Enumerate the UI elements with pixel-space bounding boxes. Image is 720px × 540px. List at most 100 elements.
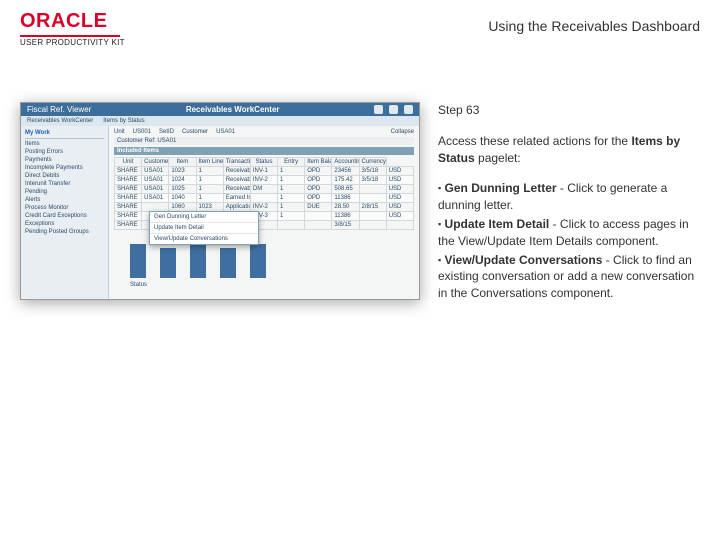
chart-x-axis-label: Status xyxy=(120,282,408,288)
table-cell: Receivable xyxy=(223,185,250,194)
col-header[interactable]: Status xyxy=(250,158,277,167)
step-label: Step 63 xyxy=(438,102,700,119)
home-icon[interactable] xyxy=(374,105,383,114)
table-cell: 11386 xyxy=(332,194,359,203)
sidebar-item[interactable]: Process Monitor xyxy=(25,205,104,211)
table-cell: 3/5/18 xyxy=(359,176,386,185)
table-cell: 1 xyxy=(196,185,223,194)
table-cell: USA01 xyxy=(142,194,169,203)
app-screenshot: Fiscal Ref. Viewer Receivables WorkCente… xyxy=(20,102,420,300)
sidebar-header-mywork[interactable]: My Work xyxy=(25,130,104,139)
sidebar-item[interactable]: Payments xyxy=(25,157,104,163)
chart-bar xyxy=(220,248,236,278)
table-cell xyxy=(250,194,277,203)
col-header[interactable]: Accounting Date xyxy=(332,158,359,167)
table-row[interactable]: SHAREUSA0110241ReceivablesINV-21OPD175.4… xyxy=(115,176,414,185)
screenshot-column: Fiscal Ref. Viewer Receivables WorkCente… xyxy=(20,102,420,302)
sidebar-item[interactable]: Alerts xyxy=(25,197,104,203)
collapse-link[interactable]: Collapse xyxy=(391,129,414,135)
col-header[interactable]: Currency xyxy=(359,158,386,167)
col-header[interactable]: Item Line xyxy=(196,158,223,167)
col-header[interactable]: Item Balance xyxy=(305,158,332,167)
table-cell: SHARE xyxy=(115,176,142,185)
chart-bar xyxy=(250,244,266,278)
table-cell: SHARE xyxy=(115,221,142,230)
bullet-icon: ▪ xyxy=(438,183,441,193)
action-line: ▪ Update Item Detail - Click to access p… xyxy=(438,216,700,250)
sidebar-item[interactable]: Credit Card Exceptions xyxy=(25,213,104,219)
sidebar-item[interactable]: Incomplete Payments xyxy=(25,165,104,171)
intro-part-c: pagelet: xyxy=(475,151,521,165)
customer-ref-bar: Customer Ref: USA01 xyxy=(114,137,414,145)
logo-block: ORACLE USER PRODUCTIVITY KIT xyxy=(20,10,125,47)
filter-setid-label: SetID xyxy=(159,129,174,135)
table-cell: SHARE xyxy=(115,167,142,176)
table-cell: 3/5/18 xyxy=(359,167,386,176)
table-cell xyxy=(305,212,332,221)
table-cell: 1 xyxy=(196,176,223,185)
table-cell: 1 xyxy=(278,203,305,212)
table-cell: Earned Interest xyxy=(223,194,250,203)
breadcrumb-bar: Receivables WorkCenter Items by Status xyxy=(21,116,419,126)
action-line: ▪ Gen Dunning Letter - Click to generate… xyxy=(438,180,700,214)
sidebar: My Work Items Posting Errors Payments In… xyxy=(21,126,109,299)
table-cell: USD xyxy=(386,185,413,194)
col-header[interactable]: Entry xyxy=(278,158,305,167)
col-header[interactable]: Transaction Type xyxy=(223,158,250,167)
filter-customer-label: Customer xyxy=(182,129,208,135)
col-header[interactable]: Customer xyxy=(142,158,169,167)
action-name: Update Item Detail xyxy=(445,217,550,231)
table-cell: 1 xyxy=(196,167,223,176)
grid-title: Included Items xyxy=(114,147,414,155)
table-cell: 1 xyxy=(196,194,223,203)
table-cell: 11386 xyxy=(332,212,359,221)
breadcrumb-right: Items by Status xyxy=(103,118,144,124)
sidebar-item[interactable]: Direct Debits xyxy=(25,173,104,179)
table-cell xyxy=(359,185,386,194)
table-cell: 1 xyxy=(278,176,305,185)
sidebar-item[interactable]: Items xyxy=(25,141,104,147)
sidebar-item[interactable]: Pending Posted Groups xyxy=(25,229,104,235)
table-cell: USA01 xyxy=(142,167,169,176)
table-cell xyxy=(278,221,305,230)
menu-icon[interactable] xyxy=(404,105,413,114)
table-cell: SHARE xyxy=(115,212,142,221)
popup-item-update-item[interactable]: Update Item Detail xyxy=(150,223,258,234)
popup-item-gen-dunning[interactable]: Gen Dunning Letter xyxy=(150,212,258,223)
oracle-logo: ORACLE xyxy=(20,10,125,33)
table-row[interactable]: SHAREUSA0110251ReceivableDM1OPD508.65USD xyxy=(115,185,414,194)
titlebar-icons xyxy=(374,105,413,114)
flag-icon[interactable] xyxy=(389,105,398,114)
intro-part-a: Access these related actions for the xyxy=(438,134,631,148)
col-header[interactable]: Unit xyxy=(115,158,142,167)
sidebar-item[interactable]: Pending xyxy=(25,189,104,195)
intro-text: Access these related actions for the Ite… xyxy=(438,133,700,167)
table-cell: 1023 xyxy=(169,167,196,176)
sidebar-item[interactable]: Interunit Transfer xyxy=(25,181,104,187)
table-cell: 1 xyxy=(278,212,305,221)
table-cell: INV-2 xyxy=(250,176,277,185)
sidebar-item[interactable]: Posting Errors xyxy=(25,149,104,155)
content-row: Fiscal Ref. Viewer Receivables WorkCente… xyxy=(20,102,700,302)
page: ORACLE USER PRODUCTIVITY KIT Using the R… xyxy=(0,0,720,540)
table-cell: 508.65 xyxy=(332,185,359,194)
table-cell: USD xyxy=(386,212,413,221)
table-cell: 1025 xyxy=(169,185,196,194)
document-title: Using the Receivables Dashboard xyxy=(488,18,700,34)
table-row[interactable]: SHAREUSA0110401Earned Interest1OPD11386U… xyxy=(115,194,414,203)
table-cell: USD xyxy=(386,176,413,185)
filter-customer-value[interactable]: USA01 xyxy=(216,129,235,135)
actions-list: ▪ Gen Dunning Letter - Click to generate… xyxy=(438,180,700,302)
popup-item-conversations[interactable]: View/Update Conversations xyxy=(150,234,258,244)
filter-unit-value[interactable]: US001 xyxy=(133,129,151,135)
related-actions-popup: Gen Dunning Letter Update Item Detail Vi… xyxy=(149,211,259,245)
table-cell xyxy=(359,221,386,230)
table-row[interactable]: SHAREUSA0110231ReceivablesINV-11OPD23456… xyxy=(115,167,414,176)
table-cell: 1024 xyxy=(169,176,196,185)
sidebar-item[interactable]: Exceptions xyxy=(25,221,104,227)
table-cell: 1 xyxy=(278,194,305,203)
col-header[interactable]: Item xyxy=(169,158,196,167)
table-cell: 2/8/15 xyxy=(359,203,386,212)
app-titlebar: Fiscal Ref. Viewer Receivables WorkCente… xyxy=(21,103,419,116)
header: ORACLE USER PRODUCTIVITY KIT Using the R… xyxy=(20,10,700,47)
